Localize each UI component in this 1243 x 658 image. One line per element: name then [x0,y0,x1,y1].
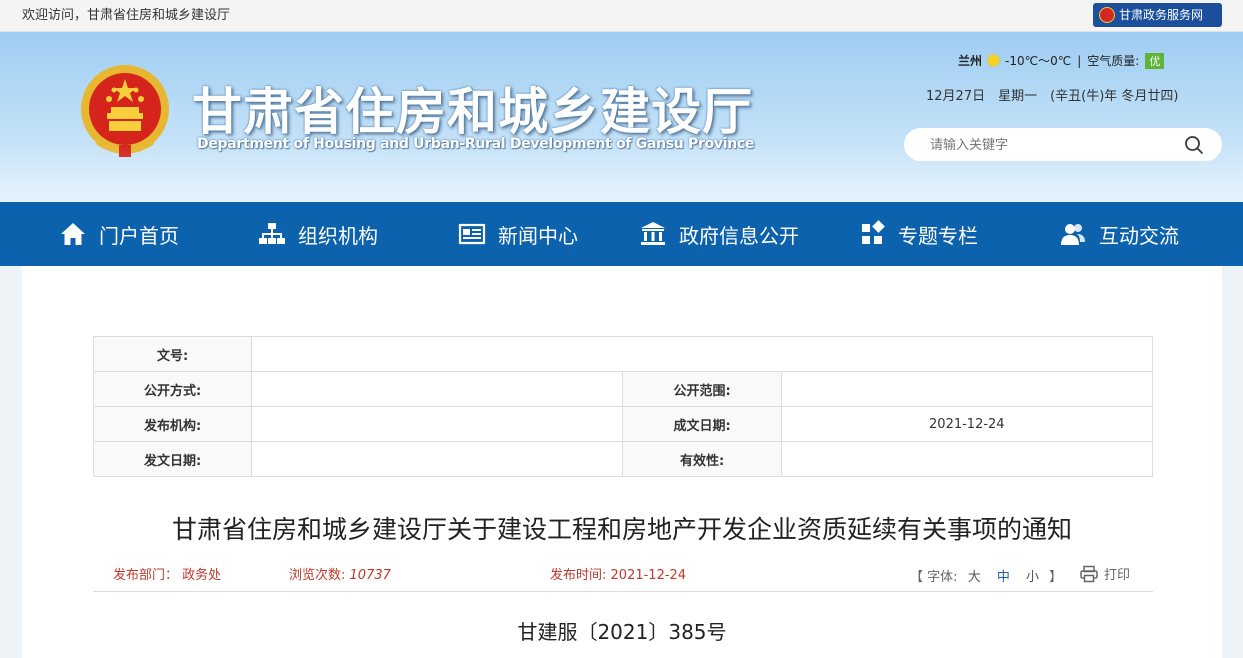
validity-label: 有效性: [622,441,782,477]
sun-icon [988,55,1000,66]
table-row: 文号: [92,336,1153,372]
users-icon [1061,224,1085,245]
home-icon [61,223,85,245]
main-nav: 门户首页 组织机构 新闻中心 政府信息公开 专题专栏 互动交流 [0,202,1243,266]
article-views: 浏览次数: 10737 [289,564,391,583]
grid-squares-icon [862,220,885,244]
publish-time-label: 发布时间: [550,568,607,583]
nav-label-news: 新闻中心 [498,223,578,248]
views-label: 浏览次数: [289,568,346,583]
font-size-close-bracket: 】 [1049,570,1063,585]
date-display: 12月27日 星期一 (辛丑(牛)年 冬月廿四) [926,89,1179,104]
publisher-value [251,406,624,442]
article-publish-time: 发布时间: 2021-12-24 [550,564,686,583]
nav-label-gov-info: 政府信息公开 [679,223,799,248]
org-chart-icon [259,223,285,244]
top-bar: 欢迎访问，甘肃省住房和城乡建设厅 甘肃政务服务网 [0,0,1243,32]
open-scope-label: 公开范围: [622,371,782,407]
open-method-value [251,371,624,407]
article-department: 发布部门： 政务处 [113,564,221,583]
divider [93,591,1153,592]
open-scope-value [780,371,1154,407]
document-meta-table: 文号: 公开方式: 公开范围: 发布机构: 成文日期: 2021-12-24 发… [92,336,1154,477]
search-icon[interactable] [1184,135,1204,155]
print-button[interactable]: 打印 [1080,564,1130,583]
weather-temp: -10℃～0℃ [1005,54,1072,68]
gov-service-link[interactable]: 甘肃政务服务网 [1093,3,1222,27]
nav-label-interaction: 互动交流 [1099,223,1179,248]
table-row: 发文日期: 有效性: [92,441,1154,477]
publisher-label: 发布机构: [92,406,253,442]
nav-item-home[interactable]: 门户首页 [59,202,179,266]
font-size-label: 字体: [927,570,958,585]
aqi-label: 空气质量: [1087,54,1140,68]
article-title: 甘肃省住房和城乡建设厅关于建设工程和房地产开发企业资质延续有关事项的通知 [171,515,1072,544]
nav-item-news[interactable]: 新闻中心 [458,202,578,266]
font-size-small-button[interactable]: 小 [1020,570,1045,585]
print-label: 打印 [1104,568,1131,583]
document-number: 甘建服〔2021〕385号 [517,620,727,644]
site-header: 甘肃省住房和城乡建设厅 Department of Housing and Ur… [0,32,1243,202]
table-row: 发布机构: 成文日期: 2021-12-24 [92,406,1154,442]
weather-city: 兰州 [958,54,983,68]
weather-separator: | [1077,53,1082,68]
nav-label-topics: 专题专栏 [898,223,978,248]
nav-item-organization[interactable]: 组织机构 [258,202,378,266]
created-date-label: 成文日期: [622,406,782,442]
open-method-label: 公开方式: [92,371,253,407]
department-value: 政务处 [182,568,222,583]
printer-icon [1080,565,1098,582]
font-size-controls: 【 字体: 大 中 小 】 [910,566,1062,585]
issued-date-value [251,441,624,477]
nav-label-home: 门户首页 [99,223,179,248]
table-row: 公开方式: 公开范围: [92,371,1154,407]
issued-date-label: 发文日期: [92,441,253,477]
doc-no-value [251,336,1153,372]
font-size-medium-button[interactable]: 中 [991,570,1016,585]
site-subtitle: Department of Housing and Urban-Rural De… [197,136,755,152]
publish-time-value: 2021-12-24 [610,568,687,583]
newspaper-icon [458,223,486,245]
created-date-value: 2021-12-24 [780,406,1154,442]
weather-widget: 兰州 -10℃～0℃ | 空气质量: 优 [958,52,1165,69]
gov-service-label: 甘肃政务服务网 [1119,8,1204,22]
aqi-badge: 优 [1145,52,1165,69]
views-count: 10737 [349,568,391,583]
doc-no-label: 文号: [92,336,253,372]
national-emblem-icon [81,65,169,157]
validity-value [780,441,1154,477]
site-title: 甘肃省住房和城乡建设厅 [192,82,753,141]
nav-item-interaction[interactable]: 互动交流 [1059,202,1179,266]
emblem-icon [1099,7,1115,23]
search-box [904,128,1222,161]
welcome-text: 欢迎访问，甘肃省住房和城乡建设厅 [22,8,231,23]
search-input[interactable] [928,135,1172,155]
font-size-open-bracket: 【 [910,570,924,585]
content-panel: 文号: 公开方式: 公开范围: 发布机构: 成文日期: 2021-12-24 发… [22,266,1222,658]
font-size-large-button[interactable]: 大 [962,570,987,585]
department-label: 发布部门： [113,568,179,583]
nav-item-gov-info[interactable]: 政府信息公开 [639,202,799,266]
government-building-icon [641,222,665,245]
nav-item-topics[interactable]: 专题专栏 [858,202,978,266]
nav-label-organization: 组织机构 [298,223,378,248]
